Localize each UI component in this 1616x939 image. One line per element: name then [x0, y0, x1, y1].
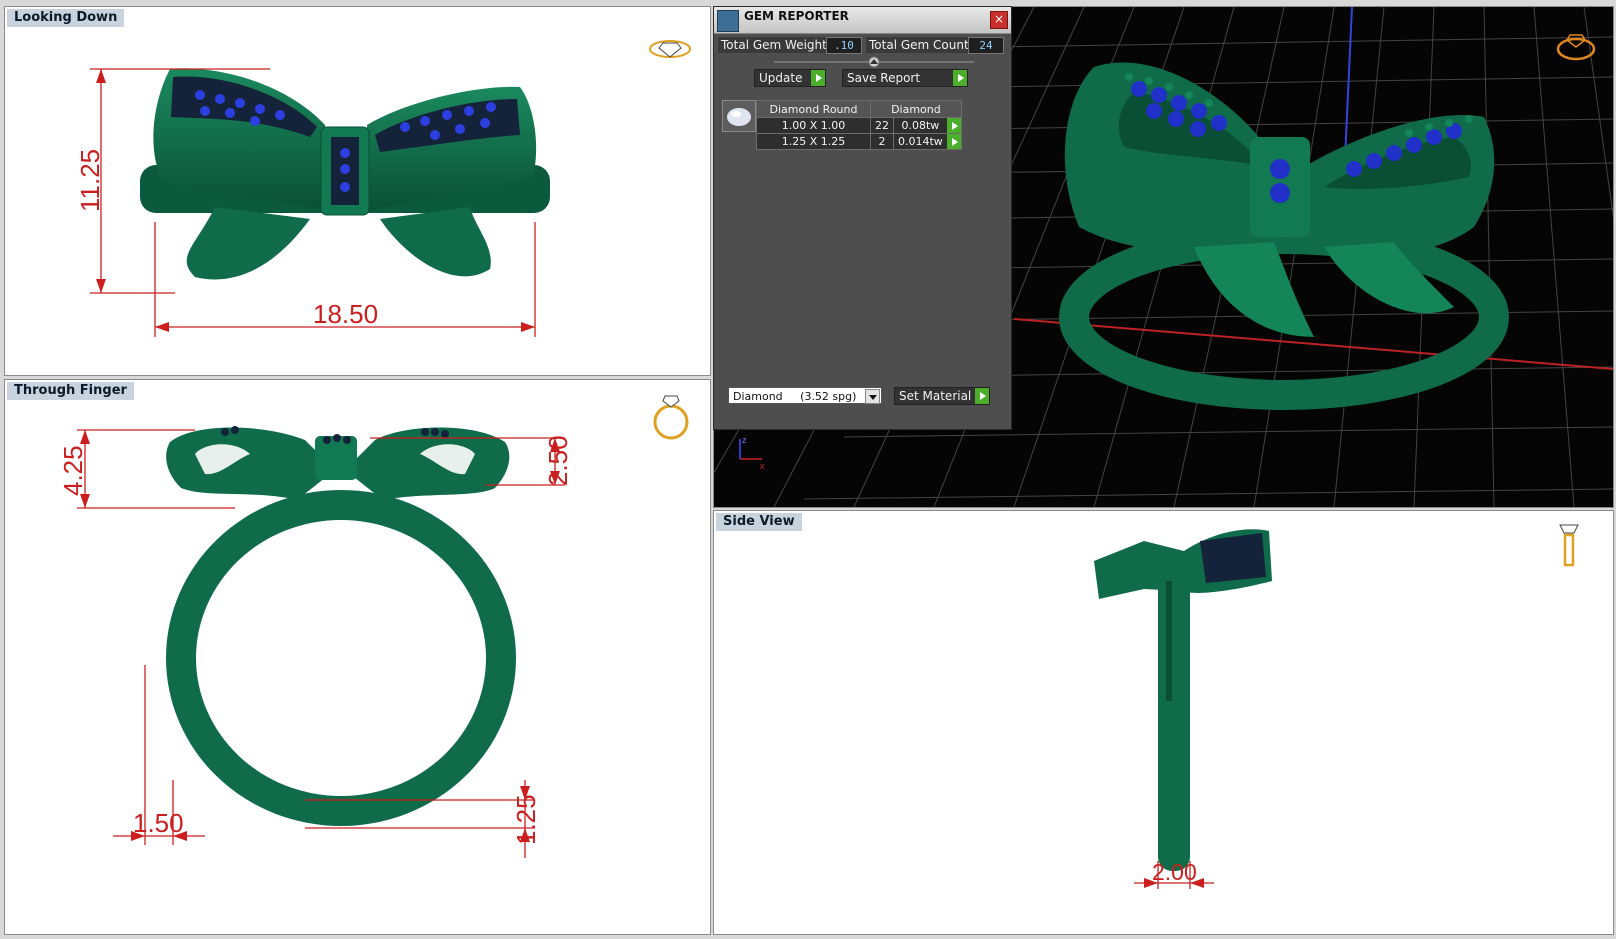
update-button[interactable]: Update [754, 69, 826, 87]
bow-center [315, 436, 357, 480]
row-size: 1.25 X 1.25 [756, 133, 871, 150]
dim-height-label: 11.25 [75, 149, 105, 212]
app-icon [717, 10, 739, 32]
close-button[interactable]: × [990, 11, 1008, 29]
play-icon[interactable] [946, 134, 961, 149]
dim-top-height-label: 4.25 [58, 445, 88, 496]
bow-left-tail [1194, 242, 1314, 337]
shank-profile [1158, 571, 1190, 871]
ring-top-indicator-icon [649, 40, 691, 58]
bow-right-tail [380, 207, 491, 277]
chevron-down-icon [865, 389, 880, 404]
ring-top-view: 11.25 18.50 [75, 68, 550, 337]
dim-width-label: 18.50 [313, 299, 378, 329]
set-material-button-label: Set Material [899, 389, 972, 403]
bow-left-tail [186, 207, 310, 280]
gizmo-z-label: z [742, 435, 747, 445]
gem-table: Diamond Round Diamond 1.00 X 1.00 22 0.0… [756, 100, 962, 150]
table-row[interactable]: 1.25 X 1.25 2 0.014tw [756, 133, 962, 150]
diamond-thumbnail [722, 100, 756, 132]
total-gem-count-field[interactable]: 24 [968, 37, 1004, 54]
row-count: 22 [870, 117, 894, 134]
viewport-title: Through Finger [7, 382, 134, 400]
total-gem-weight-field[interactable]: .10 [826, 37, 862, 54]
finger-hole [196, 520, 486, 796]
viewport-side-view[interactable]: Side View 2.00 [713, 510, 1614, 935]
play-icon [953, 70, 967, 86]
pave-profile [1200, 533, 1266, 583]
gem-reporter-panel: GEM REPORTER × Total Gem Weight .10 Tota… [713, 6, 1012, 430]
col-header-material: Diamond [870, 100, 962, 118]
ring-perspective-indicator-icon [1556, 34, 1596, 61]
table-row[interactable]: 1.00 X 1.00 22 0.08tw [756, 117, 962, 134]
dim-gallery-height-label: 2.50 [543, 435, 573, 486]
ring-front-indicator-icon [653, 395, 689, 440]
play-icon [811, 70, 825, 86]
ring-side-view: 2.00 [1094, 529, 1272, 889]
update-button-label: Update [759, 71, 803, 85]
gem-reporter-titlebar[interactable]: GEM REPORTER × [714, 7, 1011, 34]
viewport-looking-down[interactable]: Looking Down 11.25 18.50 [4, 6, 711, 376]
material-select-value: Diamond (3.52 spg) [733, 390, 857, 403]
knot-gems [340, 148, 350, 192]
total-gem-weight-label: Total Gem Weight [718, 37, 830, 53]
panel-title: GEM REPORTER [744, 9, 849, 23]
panel-collapse-handle[interactable] [774, 55, 974, 69]
play-icon[interactable] [946, 118, 961, 133]
gizmo-x-label: x [760, 461, 765, 471]
row-weight-cell: 0.014tw [893, 133, 962, 150]
play-icon [975, 388, 989, 404]
col-header-shape: Diamond Round [756, 100, 871, 118]
row-count: 2 [870, 133, 894, 150]
save-report-button[interactable]: Save Report [842, 69, 968, 87]
row-weight: 0.014tw [898, 135, 943, 148]
row-weight-cell: 0.08tw [893, 117, 962, 134]
viewport-title: Looking Down [7, 9, 125, 27]
dim-shank-width-label: 1.50 [133, 808, 184, 838]
row-size: 1.00 X 1.00 [756, 117, 871, 134]
dim-shank-depth-label: 2.00 [1152, 859, 1197, 885]
ring-front-view: 4.25 2.50 1.50 1.25 [58, 426, 573, 858]
viewport-through-finger[interactable]: Through Finger 4.25 2.50 1.50 1.25 [4, 379, 711, 935]
set-material-button[interactable]: Set Material [894, 387, 990, 405]
dim-base-thickness-label: 1.25 [511, 794, 541, 845]
material-select[interactable]: Diamond (3.52 spg) [728, 387, 882, 404]
viewport-title: Side View [716, 513, 802, 531]
row-weight: 0.08tw [901, 119, 940, 132]
save-report-button-label: Save Report [847, 71, 921, 85]
bow-left-loop [166, 427, 335, 500]
total-gem-count-label: Total Gem Count [866, 37, 972, 53]
ring-side-indicator-icon [1559, 524, 1579, 567]
